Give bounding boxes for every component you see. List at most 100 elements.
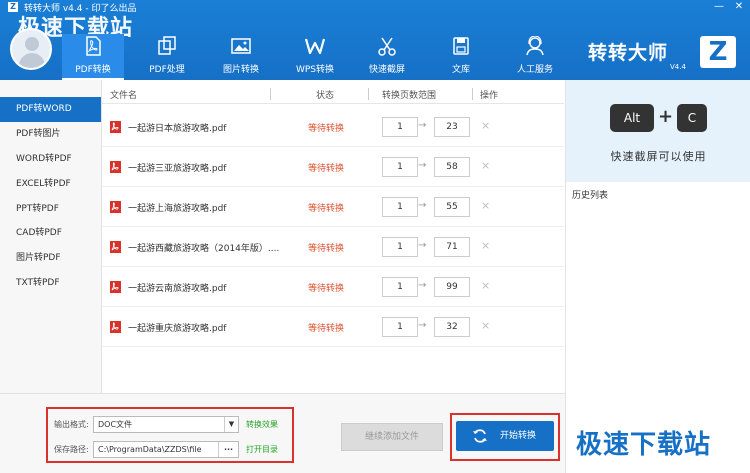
delete-icon[interactable]: × (481, 279, 490, 292)
tab-label: 人工服务 (516, 65, 553, 75)
avatar[interactable] (10, 28, 52, 70)
page-to-input[interactable]: 99 (434, 277, 470, 297)
delete-icon[interactable]: × (481, 119, 490, 132)
column-header-filename: 文件名 (110, 91, 138, 101)
column-header-status: 状态 (316, 91, 335, 101)
sidebar: PDF转WORD PDF转图片 WORD转PDF EXCEL转PDF PPT转P… (0, 80, 102, 393)
delete-icon[interactable]: × (481, 199, 490, 212)
table-row[interactable]: 一起游三亚旅游攻略.pdf 等待转换 1 → 58 × (102, 147, 564, 187)
status-text: 等待转换 (308, 164, 345, 174)
watermark-bottom: 极速下载站 (576, 430, 712, 460)
tab-support[interactable]: 人工服务 (504, 34, 566, 80)
pdf-file-icon (110, 201, 121, 213)
format-select[interactable]: DOC文件 ▼ (93, 416, 239, 433)
tab-label: PDF处理 (149, 65, 185, 75)
table-row[interactable]: 一起游上海旅游攻略.pdf 等待转换 1 → 55 × (102, 187, 564, 227)
key-c: C (677, 104, 707, 132)
options-highlight-frame: 输出格式: DOC文件 ▼ 转换效果 保存路径: C:\ProgramData\… (46, 407, 294, 463)
page-to-input[interactable]: 58 (434, 157, 470, 177)
pdf-file-icon (110, 321, 121, 333)
pdf-file-icon (110, 121, 121, 133)
sidebar-item-image-to-pdf[interactable]: 图片转PDF (0, 246, 101, 271)
minimize-button[interactable]: — (712, 1, 726, 13)
delete-icon[interactable]: × (481, 239, 490, 252)
header: Z 转转大师 v4.4 - 印了么出品 — ✕ 极速下载站 PDF转换 PDF处… (0, 0, 750, 80)
delete-icon[interactable]: × (481, 159, 490, 172)
screenshot-hint: Alt + C 快速截屏可以使用 (566, 80, 750, 182)
save-path-input[interactable]: C:\ProgramData\ZZDS\file ··· (93, 441, 239, 458)
close-button[interactable]: ✕ (732, 1, 746, 13)
bottom-bar: 输出格式: DOC文件 ▼ 转换效果 保存路径: C:\ProgramData\… (0, 393, 565, 473)
open-folder-link[interactable]: 打开目录 (246, 444, 278, 455)
sidebar-item-cad-to-pdf[interactable]: CAD转PDF (0, 221, 101, 246)
pdf-file-icon (110, 281, 121, 293)
table-row[interactable]: 一起游云南旅游攻略.pdf 等待转换 1 → 99 × (102, 267, 564, 307)
sidebar-item-txt-to-pdf[interactable]: TXT转PDF (0, 271, 101, 296)
page-to-input[interactable]: 55 (434, 197, 470, 217)
pdf-file-icon (110, 241, 121, 253)
pdf-process-icon (158, 36, 176, 55)
column-header-action: 操作 (480, 91, 499, 101)
status-text: 等待转换 (308, 284, 345, 294)
key-alt: Alt (610, 104, 654, 132)
table-row[interactable]: 一起游日本旅游攻略.pdf 等待转换 1 → 23 × (102, 107, 564, 147)
tab-label: 图片转换 (222, 65, 259, 75)
tab-pdf-convert[interactable]: PDF转换 (62, 34, 124, 80)
brand-version: V4.4 (670, 63, 686, 71)
arrow-right-icon: → (418, 240, 427, 251)
pdf-icon (86, 36, 101, 56)
page-from-input[interactable]: 1 (382, 197, 418, 217)
library-icon (453, 37, 469, 55)
file-name: 一起游西藏旅游攻略（2014年版）.... (128, 244, 280, 254)
pdf-file-icon (110, 161, 121, 173)
tab-wps-convert[interactable]: WPS转换 (284, 34, 346, 80)
delete-icon[interactable]: × (481, 319, 490, 332)
page-to-input[interactable]: 71 (434, 237, 470, 257)
file-table-header: 文件名 状态 转换页数范围 操作 (102, 84, 564, 104)
tab-image-convert[interactable]: 图片转换 (210, 34, 272, 80)
column-header-page-range: 转换页数范围 (382, 91, 437, 101)
chevron-down-icon[interactable]: ▼ (224, 417, 238, 432)
page-from-input[interactable]: 1 (382, 117, 418, 137)
status-text: 等待转换 (308, 244, 345, 254)
sidebar-item-pdf-to-image[interactable]: PDF转图片 (0, 122, 101, 147)
sidebar-item-pdf-to-word[interactable]: PDF转WORD (0, 97, 101, 122)
file-name: 一起游云南旅游攻略.pdf (128, 284, 227, 294)
hint-text: 快速截屏可以使用 (610, 150, 707, 163)
page-to-input[interactable]: 32 (434, 317, 470, 337)
page-from-input[interactable]: 1 (382, 317, 418, 337)
arrow-right-icon: → (418, 160, 427, 171)
sidebar-item-excel-to-pdf[interactable]: EXCEL转PDF (0, 172, 101, 197)
file-name: 一起游上海旅游攻略.pdf (128, 204, 227, 214)
page-from-input[interactable]: 1 (382, 157, 418, 177)
app-logo-icon: Z (8, 2, 18, 12)
page-from-input[interactable]: 1 (382, 277, 418, 297)
table-row[interactable]: 一起游西藏旅游攻略（2014年版）.... 等待转换 1 → 71 × (102, 227, 564, 267)
file-name: 一起游日本旅游攻略.pdf (128, 124, 227, 134)
continue-add-files-button[interactable]: 继续添加文件 (341, 423, 443, 451)
tab-library[interactable]: 文库 (430, 34, 492, 80)
tab-screenshot[interactable]: 快速截屏 (356, 34, 418, 80)
sidebar-item-word-to-pdf[interactable]: WORD转PDF (0, 147, 101, 172)
tab-pdf-process[interactable]: PDF处理 (136, 34, 198, 80)
tab-label: 快速截屏 (368, 65, 405, 75)
tab-label: 文库 (451, 65, 470, 75)
status-text: 等待转换 (308, 204, 345, 214)
sidebar-item-ppt-to-pdf[interactable]: PPT转PDF (0, 197, 101, 222)
start-convert-button[interactable]: 开始转换 (456, 421, 554, 451)
page-to-input[interactable]: 23 (434, 117, 470, 137)
arrow-right-icon: → (418, 320, 427, 331)
support-icon (526, 36, 544, 56)
arrow-right-icon: → (418, 200, 427, 211)
status-text: 等待转换 (308, 124, 345, 134)
page-from-input[interactable]: 1 (382, 237, 418, 257)
browse-button[interactable]: ··· (218, 442, 238, 457)
format-value: DOC文件 (98, 420, 133, 429)
arrow-right-icon: → (418, 120, 427, 131)
refresh-icon (473, 429, 487, 443)
conversion-effect-link[interactable]: 转换效果 (246, 419, 278, 430)
format-label: 输出格式: (54, 420, 89, 429)
start-highlight-frame: 开始转换 (450, 413, 560, 461)
table-row[interactable]: 一起游重庆旅游攻略.pdf 等待转换 1 → 32 × (102, 307, 564, 347)
start-convert-label: 开始转换 (500, 431, 537, 441)
